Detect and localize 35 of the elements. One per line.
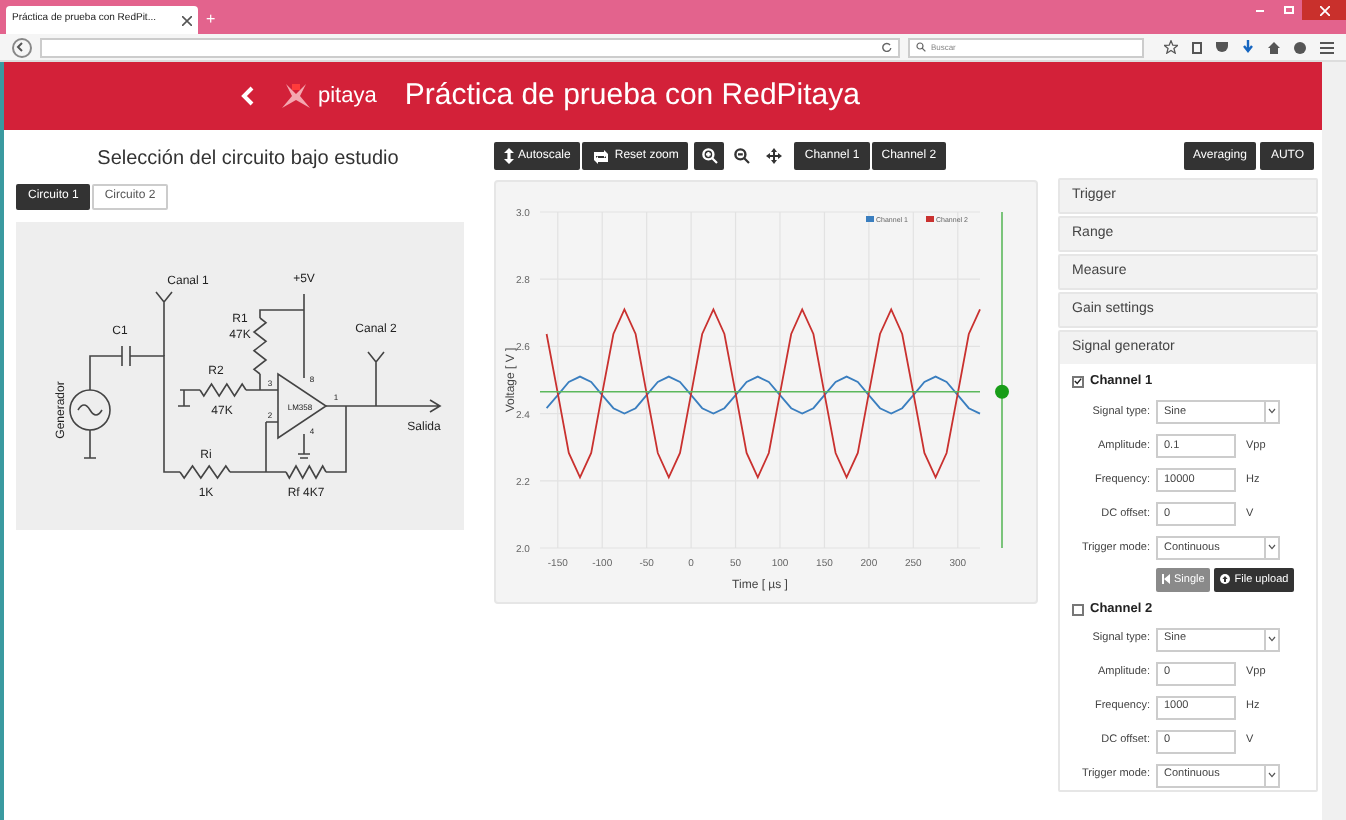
move-icon (765, 148, 782, 164)
zoom-out-icon (733, 148, 750, 164)
chevron-down-icon (1268, 772, 1276, 778)
step-icon (1162, 574, 1170, 585)
resistor-drawing (252, 317, 268, 375)
logo-icon (282, 84, 310, 108)
channel-checkbox[interactable] (1072, 603, 1084, 616)
legend-swatch (926, 216, 934, 222)
circuit-section-title: Selección del circuito bajo estudio (95, 146, 401, 174)
reset-icon (592, 149, 611, 163)
star-icon[interactable] (1164, 40, 1178, 54)
close-window-icon[interactable] (1302, 0, 1346, 20)
shield-icon[interactable] (1216, 42, 1228, 52)
legend-swatch (866, 216, 874, 222)
home-icon[interactable] (1268, 41, 1280, 53)
upload-icon (1220, 574, 1231, 585)
search-icon (916, 42, 927, 52)
download-icon[interactable] (1242, 40, 1254, 54)
page-title: Práctica de prueba con RedPitaya (404, 75, 860, 116)
zoom-in-icon (701, 148, 718, 164)
channel-checkbox[interactable] (1072, 375, 1084, 388)
back-chevron-icon[interactable] (240, 86, 254, 106)
close-icon[interactable] (182, 15, 192, 25)
scrollbar[interactable] (1322, 62, 1346, 820)
logo-text: pitaya (318, 81, 377, 112)
chevron-down-icon (1268, 408, 1276, 415)
reload-icon[interactable] (882, 42, 893, 52)
tool-button[interactable] (694, 142, 725, 170)
vertical-arrows-icon (504, 148, 514, 164)
chevron-down-icon (1268, 636, 1276, 642)
chevron-down-icon (1268, 544, 1276, 551)
resistor-drawing (199, 382, 247, 398)
menu-icon[interactable] (1320, 41, 1334, 53)
trigger-marker[interactable] (995, 211, 1009, 549)
back-icon[interactable] (12, 37, 32, 57)
